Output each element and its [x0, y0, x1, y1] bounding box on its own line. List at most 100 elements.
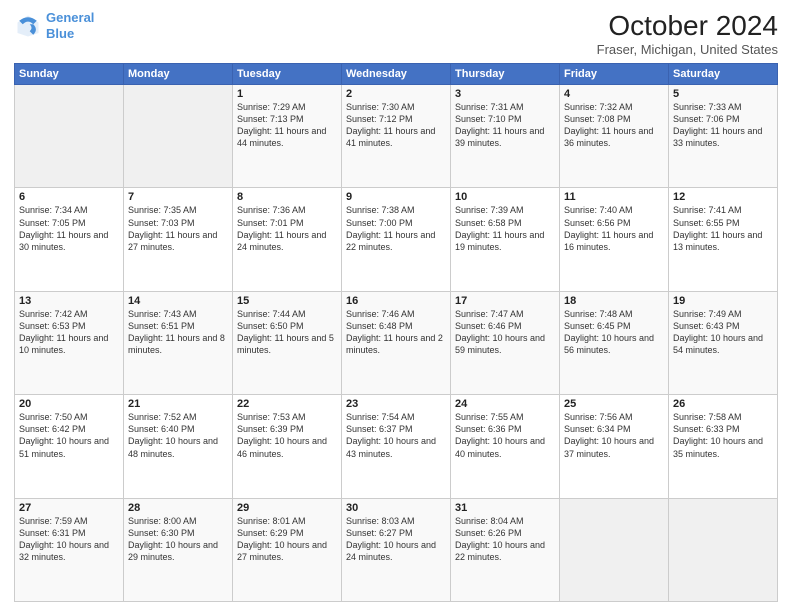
day-cell: 21Sunrise: 7:52 AMSunset: 6:40 PMDayligh… — [124, 395, 233, 498]
week-row-2: 6Sunrise: 7:34 AMSunset: 7:05 PMDaylight… — [15, 188, 778, 291]
day-number: 7 — [128, 191, 228, 203]
day-info: Sunrise: 7:46 AMSunset: 6:48 PMDaylight:… — [346, 308, 446, 357]
day-header-sunday: Sunday — [15, 64, 124, 85]
day-cell: 20Sunrise: 7:50 AMSunset: 6:42 PMDayligh… — [15, 395, 124, 498]
day-number: 8 — [237, 191, 337, 203]
day-cell: 4Sunrise: 7:32 AMSunset: 7:08 PMDaylight… — [560, 85, 669, 188]
day-info: Sunrise: 7:32 AMSunset: 7:08 PMDaylight:… — [564, 101, 664, 150]
day-info: Sunrise: 8:00 AMSunset: 6:30 PMDaylight:… — [128, 515, 228, 564]
day-cell: 13Sunrise: 7:42 AMSunset: 6:53 PMDayligh… — [15, 291, 124, 394]
day-cell: 27Sunrise: 7:59 AMSunset: 6:31 PMDayligh… — [15, 498, 124, 601]
logo-general: General — [46, 10, 94, 25]
day-number: 31 — [455, 502, 555, 514]
day-number: 29 — [237, 502, 337, 514]
day-info: Sunrise: 7:35 AMSunset: 7:03 PMDaylight:… — [128, 204, 228, 253]
day-cell: 29Sunrise: 8:01 AMSunset: 6:29 PMDayligh… — [233, 498, 342, 601]
day-cell: 9Sunrise: 7:38 AMSunset: 7:00 PMDaylight… — [342, 188, 451, 291]
day-info: Sunrise: 7:34 AMSunset: 7:05 PMDaylight:… — [19, 204, 119, 253]
day-info: Sunrise: 7:42 AMSunset: 6:53 PMDaylight:… — [19, 308, 119, 357]
day-info: Sunrise: 7:49 AMSunset: 6:43 PMDaylight:… — [673, 308, 773, 357]
week-row-1: 1Sunrise: 7:29 AMSunset: 7:13 PMDaylight… — [15, 85, 778, 188]
day-cell: 25Sunrise: 7:56 AMSunset: 6:34 PMDayligh… — [560, 395, 669, 498]
day-info: Sunrise: 7:38 AMSunset: 7:00 PMDaylight:… — [346, 204, 446, 253]
day-cell: 17Sunrise: 7:47 AMSunset: 6:46 PMDayligh… — [451, 291, 560, 394]
day-info: Sunrise: 7:53 AMSunset: 6:39 PMDaylight:… — [237, 411, 337, 460]
day-number: 30 — [346, 502, 446, 514]
day-number: 13 — [19, 295, 119, 307]
day-header-friday: Friday — [560, 64, 669, 85]
header-row: SundayMondayTuesdayWednesdayThursdayFrid… — [15, 64, 778, 85]
day-info: Sunrise: 7:29 AMSunset: 7:13 PMDaylight:… — [237, 101, 337, 150]
day-number: 3 — [455, 88, 555, 100]
day-header-wednesday: Wednesday — [342, 64, 451, 85]
day-header-tuesday: Tuesday — [233, 64, 342, 85]
day-number: 15 — [237, 295, 337, 307]
day-number: 20 — [19, 398, 119, 410]
logo-icon — [14, 12, 42, 40]
logo-text: General Blue — [46, 10, 94, 41]
day-cell: 11Sunrise: 7:40 AMSunset: 6:56 PMDayligh… — [560, 188, 669, 291]
day-number: 6 — [19, 191, 119, 203]
day-number: 5 — [673, 88, 773, 100]
day-info: Sunrise: 7:54 AMSunset: 6:37 PMDaylight:… — [346, 411, 446, 460]
day-cell: 15Sunrise: 7:44 AMSunset: 6:50 PMDayligh… — [233, 291, 342, 394]
day-info: Sunrise: 7:44 AMSunset: 6:50 PMDaylight:… — [237, 308, 337, 357]
day-info: Sunrise: 7:59 AMSunset: 6:31 PMDaylight:… — [19, 515, 119, 564]
day-cell: 30Sunrise: 8:03 AMSunset: 6:27 PMDayligh… — [342, 498, 451, 601]
day-cell: 5Sunrise: 7:33 AMSunset: 7:06 PMDaylight… — [669, 85, 778, 188]
day-info: Sunrise: 7:52 AMSunset: 6:40 PMDaylight:… — [128, 411, 228, 460]
main-title: October 2024 — [597, 10, 778, 42]
day-number: 26 — [673, 398, 773, 410]
header: General Blue October 2024 Fraser, Michig… — [14, 10, 778, 57]
day-number: 19 — [673, 295, 773, 307]
day-info: Sunrise: 7:33 AMSunset: 7:06 PMDaylight:… — [673, 101, 773, 150]
day-info: Sunrise: 7:48 AMSunset: 6:45 PMDaylight:… — [564, 308, 664, 357]
calendar-page: General Blue October 2024 Fraser, Michig… — [0, 0, 792, 612]
week-row-5: 27Sunrise: 7:59 AMSunset: 6:31 PMDayligh… — [15, 498, 778, 601]
day-cell: 16Sunrise: 7:46 AMSunset: 6:48 PMDayligh… — [342, 291, 451, 394]
day-info: Sunrise: 7:56 AMSunset: 6:34 PMDaylight:… — [564, 411, 664, 460]
day-number: 25 — [564, 398, 664, 410]
day-cell: 2Sunrise: 7:30 AMSunset: 7:12 PMDaylight… — [342, 85, 451, 188]
subtitle: Fraser, Michigan, United States — [597, 42, 778, 57]
day-cell: 23Sunrise: 7:54 AMSunset: 6:37 PMDayligh… — [342, 395, 451, 498]
day-info: Sunrise: 7:50 AMSunset: 6:42 PMDaylight:… — [19, 411, 119, 460]
day-cell: 7Sunrise: 7:35 AMSunset: 7:03 PMDaylight… — [124, 188, 233, 291]
day-cell: 14Sunrise: 7:43 AMSunset: 6:51 PMDayligh… — [124, 291, 233, 394]
day-cell: 22Sunrise: 7:53 AMSunset: 6:39 PMDayligh… — [233, 395, 342, 498]
day-number: 2 — [346, 88, 446, 100]
day-cell: 24Sunrise: 7:55 AMSunset: 6:36 PMDayligh… — [451, 395, 560, 498]
day-cell: 1Sunrise: 7:29 AMSunset: 7:13 PMDaylight… — [233, 85, 342, 188]
day-number: 14 — [128, 295, 228, 307]
day-number: 10 — [455, 191, 555, 203]
day-info: Sunrise: 7:47 AMSunset: 6:46 PMDaylight:… — [455, 308, 555, 357]
day-number: 11 — [564, 191, 664, 203]
day-number: 22 — [237, 398, 337, 410]
day-cell: 28Sunrise: 8:00 AMSunset: 6:30 PMDayligh… — [124, 498, 233, 601]
day-header-monday: Monday — [124, 64, 233, 85]
day-cell — [15, 85, 124, 188]
day-info: Sunrise: 7:55 AMSunset: 6:36 PMDaylight:… — [455, 411, 555, 460]
day-header-thursday: Thursday — [451, 64, 560, 85]
day-cell — [669, 498, 778, 601]
day-number: 1 — [237, 88, 337, 100]
day-info: Sunrise: 8:01 AMSunset: 6:29 PMDaylight:… — [237, 515, 337, 564]
day-info: Sunrise: 7:39 AMSunset: 6:58 PMDaylight:… — [455, 204, 555, 253]
day-cell: 3Sunrise: 7:31 AMSunset: 7:10 PMDaylight… — [451, 85, 560, 188]
day-info: Sunrise: 8:04 AMSunset: 6:26 PMDaylight:… — [455, 515, 555, 564]
week-row-4: 20Sunrise: 7:50 AMSunset: 6:42 PMDayligh… — [15, 395, 778, 498]
day-cell: 19Sunrise: 7:49 AMSunset: 6:43 PMDayligh… — [669, 291, 778, 394]
day-number: 18 — [564, 295, 664, 307]
day-cell — [124, 85, 233, 188]
week-row-3: 13Sunrise: 7:42 AMSunset: 6:53 PMDayligh… — [15, 291, 778, 394]
day-info: Sunrise: 7:43 AMSunset: 6:51 PMDaylight:… — [128, 308, 228, 357]
day-info: Sunrise: 7:41 AMSunset: 6:55 PMDaylight:… — [673, 204, 773, 253]
logo: General Blue — [14, 10, 94, 41]
day-number: 12 — [673, 191, 773, 203]
calendar-table: SundayMondayTuesdayWednesdayThursdayFrid… — [14, 63, 778, 602]
day-cell — [560, 498, 669, 601]
logo-blue: Blue — [46, 26, 74, 41]
day-header-saturday: Saturday — [669, 64, 778, 85]
day-info: Sunrise: 7:31 AMSunset: 7:10 PMDaylight:… — [455, 101, 555, 150]
day-number: 4 — [564, 88, 664, 100]
